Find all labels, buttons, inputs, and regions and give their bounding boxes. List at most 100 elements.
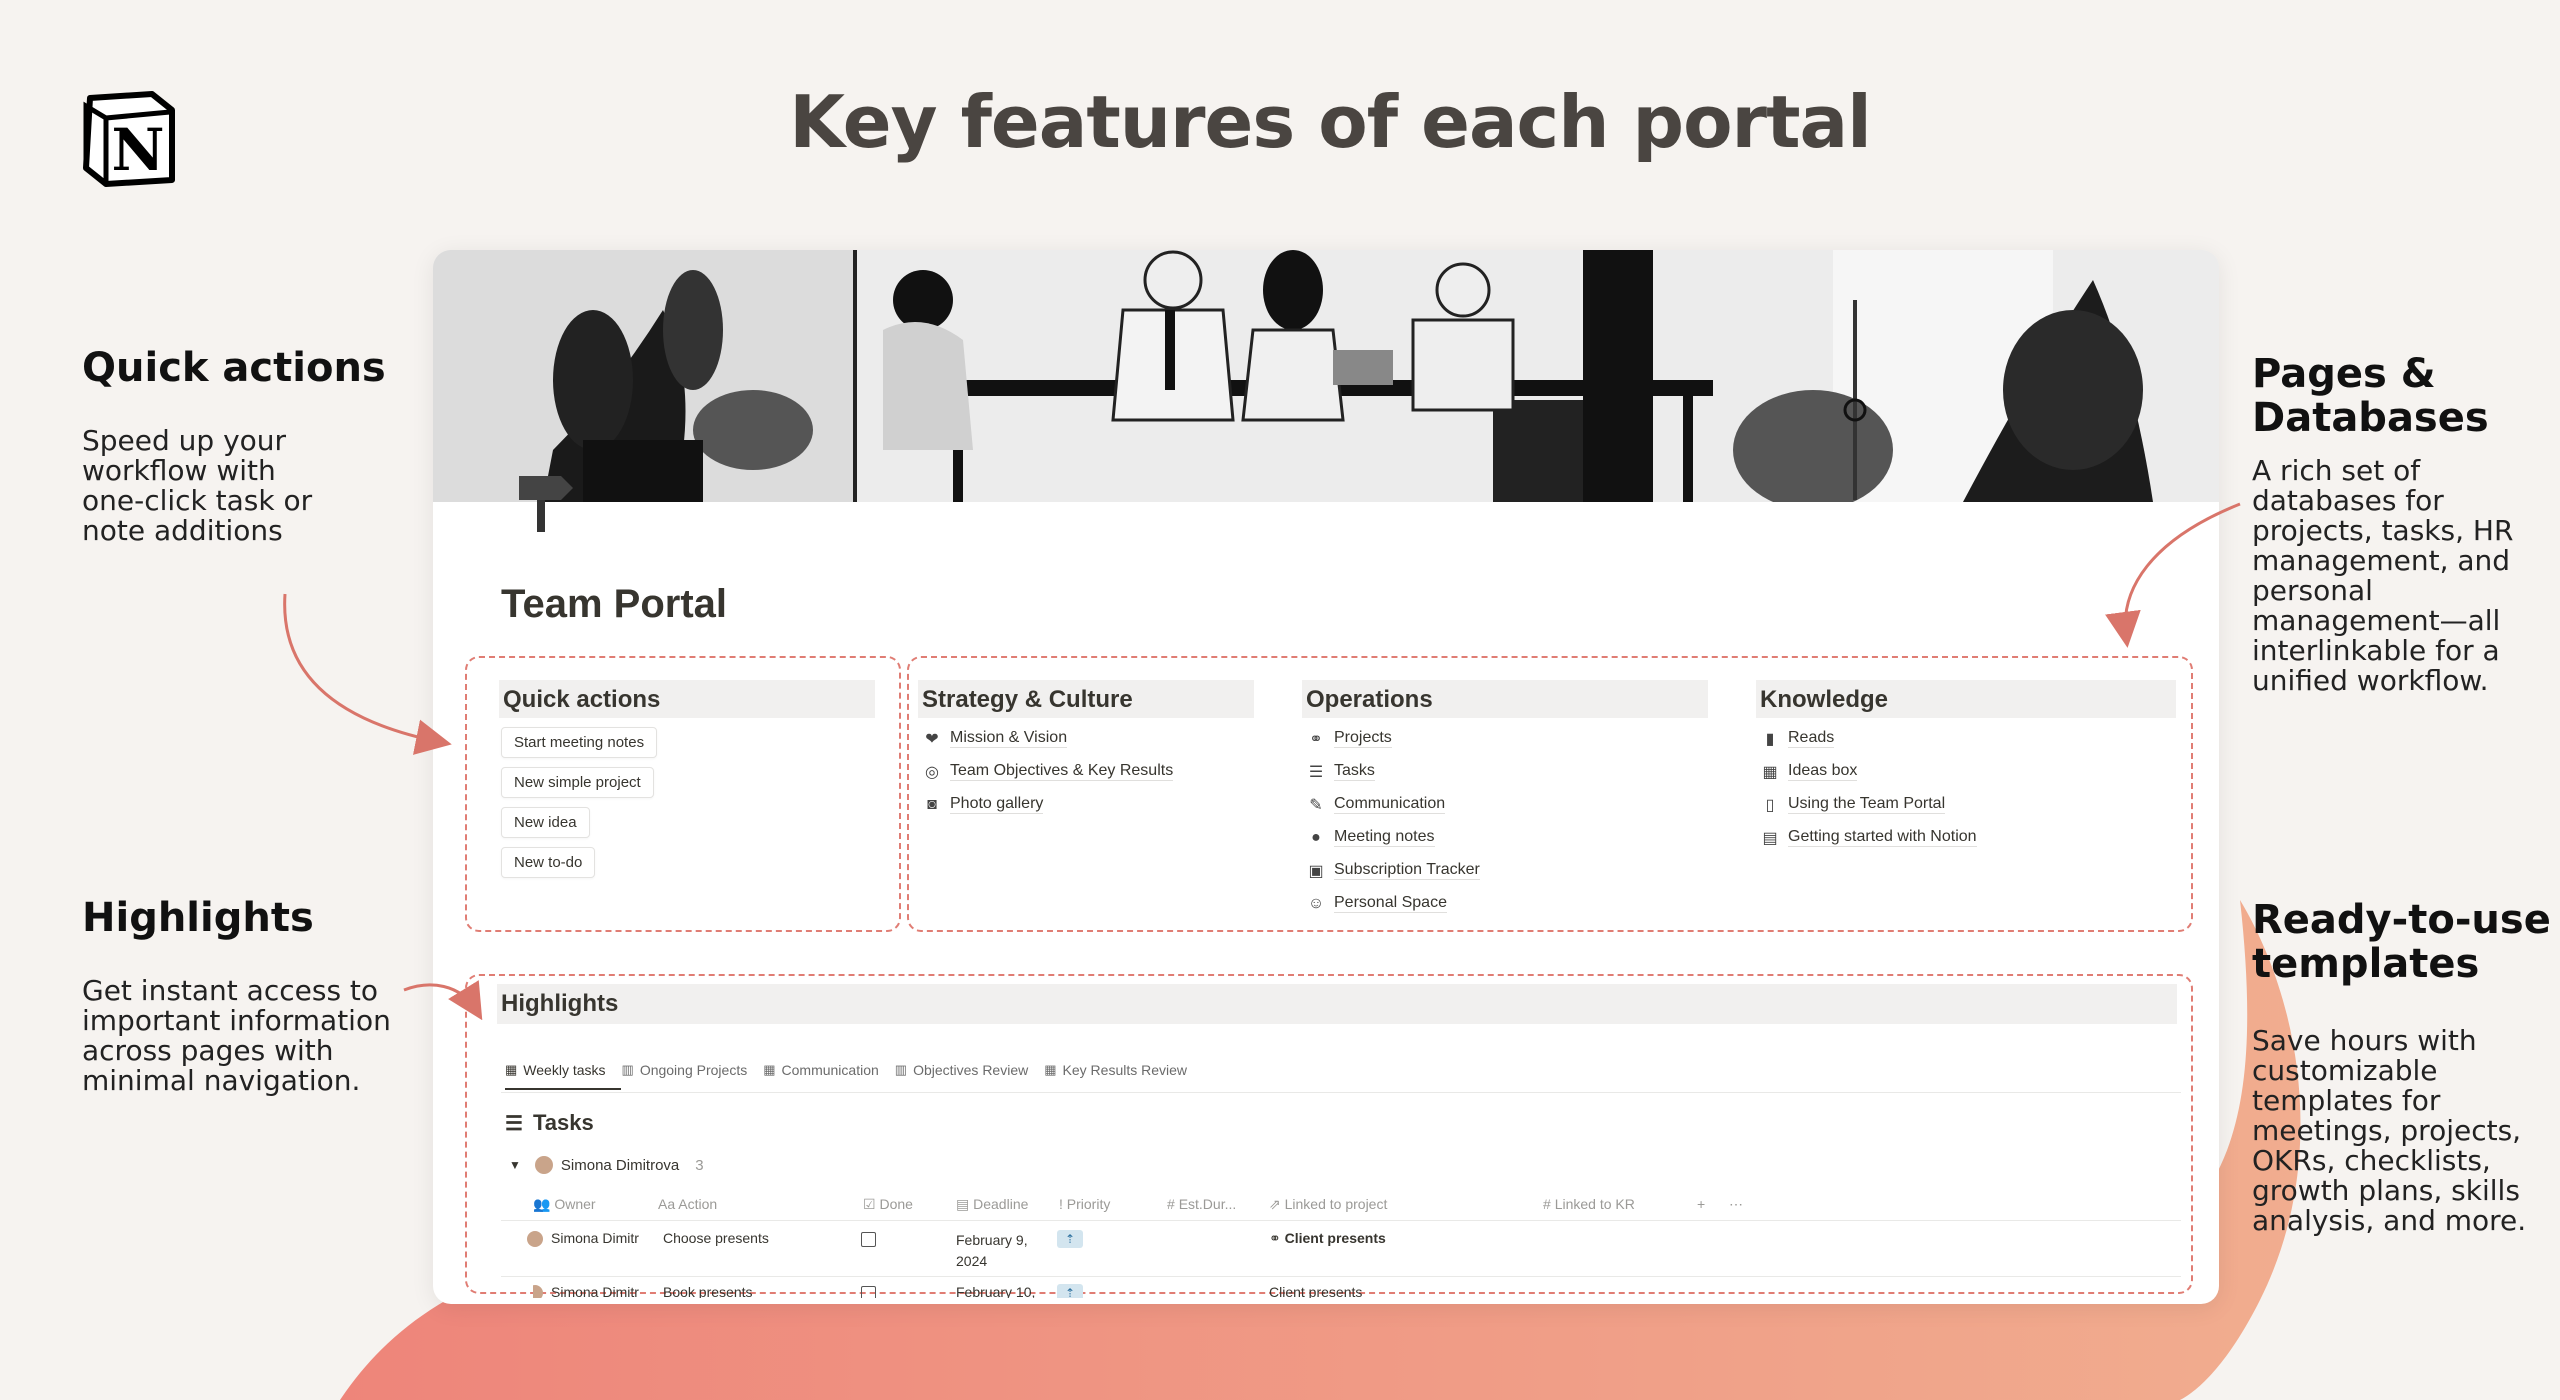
binoculars-icon: ⚭: [1269, 1230, 1281, 1246]
done-checkbox[interactable]: [861, 1232, 876, 1247]
page-title: Key features of each portal: [789, 80, 1872, 164]
highlights-heading: Highlights: [82, 895, 314, 941]
quick-actions-heading: Quick actions: [82, 345, 386, 391]
table-icon: ▦: [1044, 1062, 1057, 1077]
operations-column-heading: Operations: [1302, 680, 1708, 718]
tab-ongoing-projects[interactable]: ▥ Ongoing Projects: [622, 1062, 748, 1078]
gift-box-icon: ▦: [1762, 763, 1778, 781]
priority-badge: ⇡: [1057, 1284, 1083, 1298]
quick-actions-description: Speed up your workflow with one-click task…: [82, 424, 313, 547]
link-projects[interactable]: ⚭ Projects: [1302, 722, 1708, 755]
link-using-team-portal[interactable]: ▯ Using the Team Portal: [1756, 788, 2176, 821]
team-portal-card: Team Portal Quick actions Start meeting …: [433, 250, 2219, 1304]
column-done[interactable]: ☑ Done: [863, 1196, 913, 1213]
tasks-database-title[interactable]: ☰ Tasks: [505, 1110, 594, 1136]
pages-databases-heading: Pages & Databases: [2252, 351, 2489, 441]
caret-down-icon: ▼: [509, 1158, 521, 1172]
avatar: [534, 1156, 553, 1174]
new-to-do-button[interactable]: New to-do: [501, 847, 596, 878]
tab-divider: [501, 1092, 2181, 1093]
start-meeting-notes-button[interactable]: Start meeting notes: [501, 727, 658, 758]
signpost-icon: [519, 476, 573, 532]
add-column-icon[interactable]: +: [1697, 1196, 1705, 1212]
book-open-icon: ▯: [1765, 796, 1775, 814]
link-meeting-notes[interactable]: ● Meeting notes: [1302, 821, 1708, 854]
linked-project-cell[interactable]: ⚭ Client presents: [1269, 1230, 1386, 1247]
priority-badge: ⇡: [1057, 1230, 1083, 1248]
chat-bubble-icon: ●: [1311, 828, 1321, 846]
active-tab-indicator: [505, 1088, 621, 1090]
column-owner[interactable]: 👥 Owner: [533, 1196, 596, 1213]
column-action[interactable]: Aa Action: [658, 1196, 717, 1212]
more-options-icon[interactable]: ⋯: [1729, 1196, 1743, 1213]
tab-weekly-tasks[interactable]: ▦ Weekly tasks: [505, 1062, 606, 1078]
link-reads[interactable]: ▮ Reads: [1756, 722, 2176, 755]
money-icon: ▣: [1308, 862, 1324, 880]
board-icon: ▥: [621, 1062, 634, 1077]
link-personal-space[interactable]: ☺ Personal Space: [1302, 887, 1708, 920]
table-header: 👥 Owner Aa Action ☑ Done ▤ Deadline ! Pr…: [533, 1190, 2181, 1220]
cover-image: [433, 250, 2219, 502]
link-getting-started[interactable]: ▤ Getting started with Notion: [1756, 821, 2176, 854]
deadline-cell: February 9, 2024: [956, 1232, 1028, 1269]
knowledge-column-heading: Knowledge: [1756, 680, 2176, 718]
target-icon: ◎: [925, 763, 939, 781]
checkbox-icon: ☑: [863, 1196, 876, 1212]
calendar-icon: ▤: [956, 1196, 970, 1212]
highlights-description: Get instant access to important informati…: [82, 974, 391, 1097]
checklist-icon: ☰: [505, 1112, 523, 1135]
pages-databases-description: A rich set of databases for projects, task…: [2252, 454, 2514, 697]
tab-communication[interactable]: ▦ Communication: [763, 1062, 879, 1078]
new-idea-button[interactable]: New idea: [501, 807, 590, 838]
action-cell[interactable]: Choose presents: [663, 1230, 769, 1246]
bookmark-icon: ▮: [1765, 730, 1775, 748]
avatar: [533, 1285, 543, 1298]
column-est-duration[interactable]: # Est.Dur...: [1167, 1196, 1236, 1212]
row-divider: [501, 1276, 2181, 1277]
link-subscription-tracker[interactable]: ▣ Subscription Tracker: [1302, 854, 1708, 887]
column-linked-kr[interactable]: # Linked to KR: [1543, 1196, 1635, 1212]
link-ideas-box[interactable]: ▦ Ideas box: [1756, 755, 2176, 788]
linked-project-cell[interactable]: Client presents: [1269, 1284, 1362, 1298]
binoculars-icon: ⚭: [1309, 730, 1323, 748]
smile-icon: ☺: [1307, 894, 1325, 912]
tab-objectives-review[interactable]: ▥ Objectives Review: [895, 1062, 1028, 1078]
link-team-objectives[interactable]: ◎ Team Objectives & Key Results: [918, 755, 1254, 788]
link-tasks[interactable]: ☰ Tasks: [1302, 755, 1708, 788]
strategy-column: Strategy & Culture ❤ Mission & Vision ◎ Te…: [918, 680, 1254, 821]
link-photo-gallery[interactable]: ◙ Photo gallery: [918, 788, 1254, 821]
view-tabs: ▦ Weekly tasks ▥ Ongoing Projects ▦ Communi…: [505, 1062, 1203, 1078]
column-linked-project[interactable]: ⇗ Linked to project: [1269, 1196, 1387, 1213]
done-checkbox[interactable]: [861, 1286, 876, 1298]
text-icon: Aa: [658, 1196, 676, 1212]
action-cell[interactable]: Book presents: [663, 1284, 753, 1298]
highlights-section-heading: Highlights: [497, 984, 2177, 1024]
column-deadline[interactable]: ▤ Deadline: [956, 1196, 1028, 1213]
portal-title: Team Portal: [501, 582, 727, 626]
owner-cell: Simona Dimitr: [527, 1230, 639, 1248]
camera-icon: ◙: [927, 795, 937, 813]
operations-column: Operations ⚭ Projects ☰ Tasks ✎ Communicati…: [1302, 680, 1708, 920]
hash-icon: #: [1543, 1196, 1551, 1212]
avatar: [527, 1231, 543, 1248]
strategy-column-heading: Strategy & Culture: [918, 680, 1254, 718]
quick-actions-column-heading: Quick actions: [499, 680, 875, 718]
knowledge-column: Knowledge ▮ Reads ▦ Ideas box ▯ Using the T…: [1756, 680, 2176, 854]
exclamation-icon: !: [1059, 1196, 1063, 1212]
row-divider: [501, 1220, 2181, 1221]
owner-cell: Simona Dimitr: [533, 1284, 639, 1298]
link-communication[interactable]: ✎ Communication: [1302, 788, 1708, 821]
templates-description: Save hours with customizable templates for…: [2252, 1024, 2527, 1237]
table-row[interactable]: Simona Dimitr Book presents February 10,…: [533, 1284, 2181, 1298]
table-icon: ▦: [763, 1062, 776, 1077]
new-simple-project-button[interactable]: New simple project: [501, 767, 654, 798]
tab-key-results-review[interactable]: ▦ Key Results Review: [1044, 1062, 1187, 1078]
arrow-quick-actions: [283, 593, 452, 755]
group-header[interactable]: ▼ Simona Dimitrova 3: [509, 1156, 704, 1174]
column-priority[interactable]: ! Priority: [1059, 1196, 1110, 1212]
hash-icon: #: [1167, 1196, 1175, 1212]
table-icon: ▦: [505, 1062, 518, 1077]
notebook-icon: ▤: [1762, 829, 1778, 847]
quick-actions-column: Quick actions Start meeting notes New si…: [499, 680, 875, 878]
link-mission-vision[interactable]: ❤ Mission & Vision: [918, 722, 1254, 755]
